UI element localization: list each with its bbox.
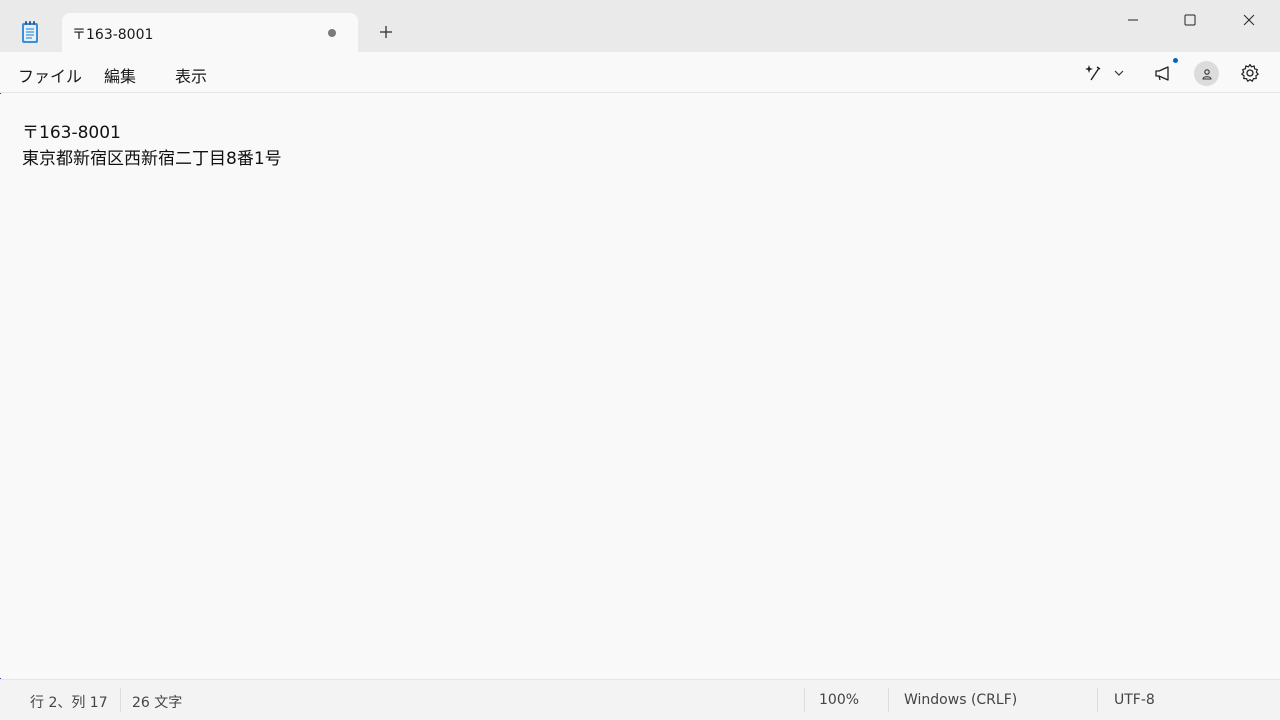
editor-line[interactable]: 〒163-8001 [22, 118, 121, 143]
gear-icon [1241, 63, 1259, 82]
copilot-button[interactable] [1080, 60, 1106, 86]
line-ending[interactable]: Windows (CRLF) [904, 692, 1017, 708]
close-button[interactable] [1220, 0, 1278, 40]
encoding[interactable]: UTF-8 [1114, 692, 1155, 708]
chevron-down-icon [1114, 70, 1124, 76]
close-icon [1243, 14, 1255, 26]
account-icon [1201, 68, 1212, 80]
status-bar: 行 2、列 17 26 文字 100% Windows (CRLF) UTF-8 [0, 679, 1280, 720]
status-divider [1097, 688, 1098, 712]
maximize-icon [1184, 14, 1196, 26]
copilot-sparkle-icon [1085, 65, 1101, 81]
tab-title: 〒163-8001 [72, 27, 154, 43]
copilot-dropdown-button[interactable] [1110, 60, 1128, 86]
editor-line[interactable]: 東京都新宿区西新宿二丁目8番1号 [22, 144, 282, 169]
zoom-level[interactable]: 100% [819, 692, 859, 708]
settings-button[interactable] [1238, 60, 1262, 86]
maximize-button[interactable] [1161, 0, 1219, 40]
plus-icon [380, 26, 392, 38]
whats-new-button[interactable] [1152, 60, 1176, 86]
menu-edit[interactable]: 編集 [104, 63, 136, 87]
new-tab-button[interactable] [374, 20, 398, 44]
title-bar: 〒163-8001 [0, 0, 1280, 52]
character-count: 26 文字 [132, 695, 183, 711]
menu-file[interactable]: ファイル [18, 63, 82, 87]
menu-view[interactable]: 表示 [175, 63, 207, 87]
status-divider [804, 688, 805, 712]
notification-dot-icon [1173, 58, 1178, 63]
document-tab[interactable]: 〒163-8001 [62, 13, 358, 52]
status-divider [120, 688, 121, 712]
notepad-app-icon [20, 20, 40, 44]
minimize-icon [1128, 19, 1138, 21]
text-editor[interactable]: 〒163-8001 東京都新宿区西新宿二丁目8番1号 [0, 94, 1280, 678]
megaphone-icon [1155, 66, 1169, 81]
cursor-position: 行 2、列 17 [30, 695, 108, 711]
minimize-button[interactable] [1104, 0, 1162, 40]
status-divider [888, 688, 889, 712]
unsaved-indicator-icon[interactable] [328, 29, 336, 37]
account-button[interactable] [1194, 61, 1219, 86]
